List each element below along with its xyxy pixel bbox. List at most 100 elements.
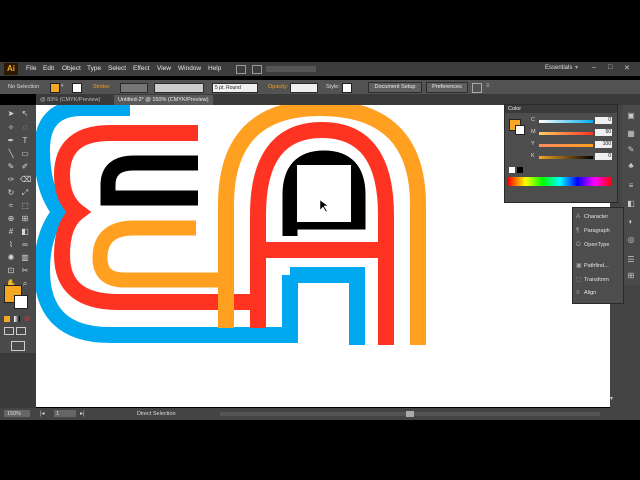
first-artboard-icon[interactable]: |◂	[40, 410, 45, 417]
scroll-thumb[interactable]	[406, 411, 414, 417]
rotate-tool-icon[interactable]: ↻	[6, 188, 16, 198]
arrange-documents-icon[interactable]	[472, 83, 482, 93]
slice-tool-icon[interactable]: ✂	[20, 266, 30, 276]
draw-normal-icon[interactable]	[4, 327, 14, 335]
artboards-icon[interactable]: ⊞	[626, 271, 636, 281]
menu-help[interactable]: Help	[208, 65, 221, 72]
menu-edit[interactable]: Edit	[43, 65, 54, 72]
direct-selection-tool-icon[interactable]: ↖	[20, 109, 30, 119]
transparency-icon[interactable]: ◐	[626, 217, 636, 227]
color-mode-icon[interactable]	[4, 316, 10, 322]
type-tool-icon[interactable]: T	[20, 136, 30, 146]
channel-y-slider[interactable]	[539, 144, 593, 147]
menu-select[interactable]: Select	[108, 65, 126, 72]
channel-m-value[interactable]: 50	[595, 129, 612, 136]
appearance-icon[interactable]: ◎	[626, 235, 636, 245]
bridge-icon[interactable]	[236, 65, 246, 74]
stroke-color-box[interactable]	[14, 295, 28, 309]
perspective-grid-icon[interactable]: ⊞	[20, 214, 30, 224]
arrange-icon[interactable]	[252, 65, 262, 74]
artboard-tool-icon[interactable]: ⊡	[6, 266, 16, 276]
color-spectrum[interactable]	[508, 177, 612, 186]
swatches-icon[interactable]: ▦	[626, 129, 636, 139]
variable-width-field[interactable]	[154, 83, 204, 93]
preferences-button[interactable]: Preferences	[426, 82, 468, 93]
minimize-icon[interactable]: –	[592, 64, 596, 71]
chevron-down-icon[interactable]: ▾	[61, 83, 64, 89]
fill-swatch[interactable]	[50, 83, 60, 93]
line-tool-icon[interactable]: ╲	[6, 149, 16, 159]
channel-k-value[interactable]: 0	[595, 153, 612, 160]
gradient-mode-icon[interactable]	[14, 316, 20, 322]
scroll-down-icon[interactable]: ▾	[610, 395, 613, 402]
free-transform-icon[interactable]: ⬚	[20, 201, 30, 211]
menu-object[interactable]: Object	[62, 65, 81, 72]
blob-brush-icon[interactable]: ✑	[6, 175, 16, 185]
white-swatch[interactable]	[509, 167, 515, 173]
draw-behind-icon[interactable]	[16, 327, 26, 335]
panel-transform[interactable]: ⬚ Transform	[576, 276, 609, 283]
brushes-icon[interactable]: ✎	[626, 145, 636, 155]
gradient-tool-icon[interactable]: ◧	[20, 227, 30, 237]
search-field[interactable]	[266, 66, 316, 72]
next-artboard-icon[interactable]: ▸|	[80, 410, 85, 417]
panel-pathfinder[interactable]: ▣ Pathfind...	[576, 262, 609, 269]
screen-mode-icon[interactable]	[11, 341, 25, 351]
pen-tool-icon[interactable]: ✒	[6, 136, 16, 146]
eyedropper-icon[interactable]: ⌇	[6, 240, 16, 250]
maximize-icon[interactable]: □	[608, 64, 612, 71]
brush-field[interactable]: 5 pt. Round	[212, 83, 258, 93]
menu-effect[interactable]: Effect	[133, 65, 150, 72]
blend-tool-icon[interactable]: ∞	[20, 240, 30, 250]
graph-tool-icon[interactable]: ▥	[20, 253, 30, 263]
pencil-icon[interactable]: ✐	[20, 162, 30, 172]
rectangle-tool-icon[interactable]: ▭	[20, 149, 30, 159]
magic-wand-icon[interactable]: ✧	[6, 123, 16, 133]
menu-file[interactable]: File	[26, 65, 36, 72]
layers-icon[interactable]: ☰	[626, 255, 636, 265]
menu-view[interactable]: View	[157, 65, 171, 72]
chevron-down-icon[interactable]: ▾	[575, 64, 578, 71]
stroke-label[interactable]: Stroke:	[93, 84, 110, 90]
gradient-icon[interactable]: ◧	[626, 199, 636, 209]
stroke-swatch[interactable]	[72, 83, 82, 93]
navigator-icon[interactable]: ▣	[626, 111, 636, 121]
panel-character[interactable]: A Character	[576, 214, 608, 220]
black-e-stroke[interactable]	[100, 155, 198, 206]
panel-align[interactable]: ≡ Align	[576, 290, 596, 296]
opacity-label[interactable]: Opacity:	[268, 84, 288, 90]
eraser-icon[interactable]: ⌫	[20, 175, 31, 185]
document-setup-button[interactable]: Document Setup	[368, 82, 422, 93]
channel-m-slider[interactable]	[539, 132, 593, 135]
panel-opentype[interactable]: O OpenType	[576, 242, 609, 248]
tab-document-1[interactable]: @ 83% (CMYK/Preview)	[36, 95, 105, 105]
close-icon[interactable]: ✕	[624, 64, 630, 72]
lasso-icon[interactable]: ◌	[20, 123, 30, 133]
panel-paragraph[interactable]: ¶ Paragraph	[576, 228, 610, 234]
mesh-tool-icon[interactable]: #	[6, 227, 16, 237]
stroke-weight-field[interactable]	[120, 83, 148, 93]
symbol-sprayer-icon[interactable]: ✺	[6, 253, 16, 263]
channel-c-value[interactable]: 0	[595, 117, 612, 124]
style-swatch[interactable]	[342, 83, 352, 93]
orange-e-stroke[interactable]	[92, 220, 226, 288]
stroke-icon[interactable]: ≡	[626, 181, 636, 191]
symbols-icon[interactable]: ♣	[626, 161, 636, 171]
opacity-field[interactable]	[290, 83, 318, 93]
selection-tool-icon[interactable]: ➤	[6, 109, 16, 119]
none-mode-icon[interactable]: ⊘	[24, 315, 30, 323]
shape-builder-icon[interactable]: ⊕	[6, 214, 16, 224]
channel-c-slider[interactable]	[539, 120, 593, 123]
warp-tool-icon[interactable]: ≈	[6, 201, 16, 211]
panel-menu-icon[interactable]: ≡	[486, 83, 490, 89]
menu-window[interactable]: Window	[178, 65, 201, 72]
black-swatch[interactable]	[517, 167, 523, 173]
scale-tool-icon[interactable]: ⤢	[20, 188, 30, 198]
channel-y-value[interactable]: 100	[595, 141, 612, 148]
channel-k-slider[interactable]	[539, 156, 593, 159]
panel-stroke-box[interactable]	[515, 125, 525, 135]
workspace-switcher[interactable]: Essentials	[545, 65, 572, 71]
paintbrush-icon[interactable]: ✎	[6, 162, 16, 172]
blue-a-leg[interactable]	[290, 267, 365, 345]
tab-untitled-2[interactable]: Untitled-2* @ 150% (CMYK/Preview)	[114, 95, 213, 105]
